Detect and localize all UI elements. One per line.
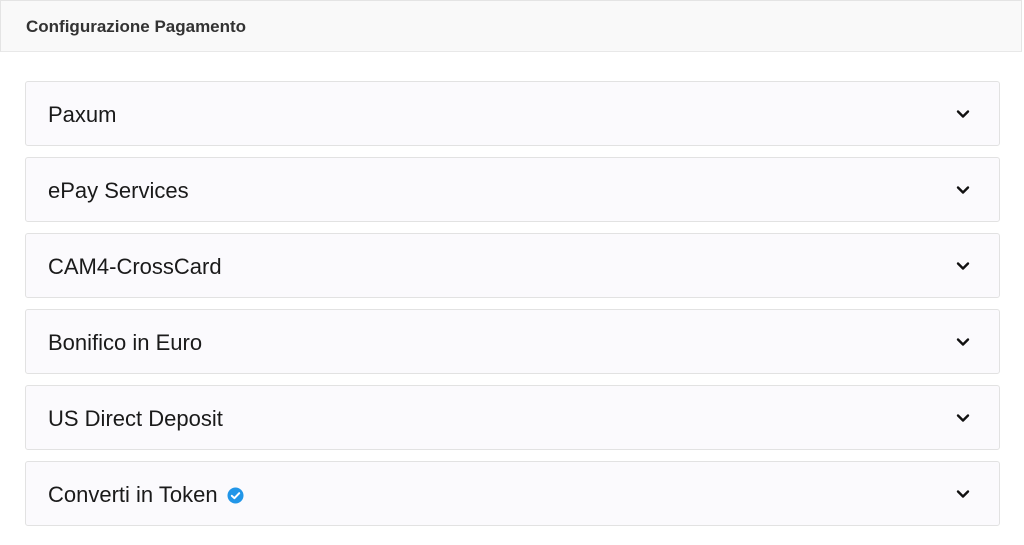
payment-method-bonifico-euro[interactable]: Bonifico in Euro	[25, 309, 1000, 374]
payment-method-label: Bonifico in Euro	[48, 330, 203, 355]
payment-method-us-direct-deposit[interactable]: US Direct Deposit	[25, 385, 1000, 450]
chevron-down-icon[interactable]	[955, 486, 971, 502]
payment-method-paxum[interactable]: Paxum	[25, 81, 1000, 146]
payment-method-converti-token[interactable]: Converti in Token	[25, 461, 1000, 526]
payment-methods-list: Paxum ePay Services CAM4-CrossCard Bonif…	[25, 81, 1000, 537]
chevron-down-icon[interactable]	[955, 334, 971, 350]
payment-method-label: ePay Services	[48, 178, 189, 203]
chevron-down-icon[interactable]	[955, 410, 971, 426]
payment-method-label: CAM4-CrossCard	[48, 254, 222, 279]
payment-method-label: Converti in Token	[48, 482, 244, 508]
page-title: Configurazione Pagamento	[26, 17, 247, 36]
payment-method-epay-services[interactable]: ePay Services	[25, 157, 1000, 222]
chevron-down-icon[interactable]	[955, 182, 971, 198]
chevron-down-icon[interactable]	[955, 106, 971, 122]
panel-header: Configurazione Pagamento	[0, 0, 1022, 52]
payment-method-cam4-crosscard[interactable]: CAM4-CrossCard	[25, 233, 1000, 298]
verified-check-icon	[227, 487, 244, 503]
payment-method-label: Paxum	[48, 102, 117, 127]
payment-method-label: US Direct Deposit	[48, 406, 223, 431]
chevron-down-icon[interactable]	[955, 258, 971, 274]
